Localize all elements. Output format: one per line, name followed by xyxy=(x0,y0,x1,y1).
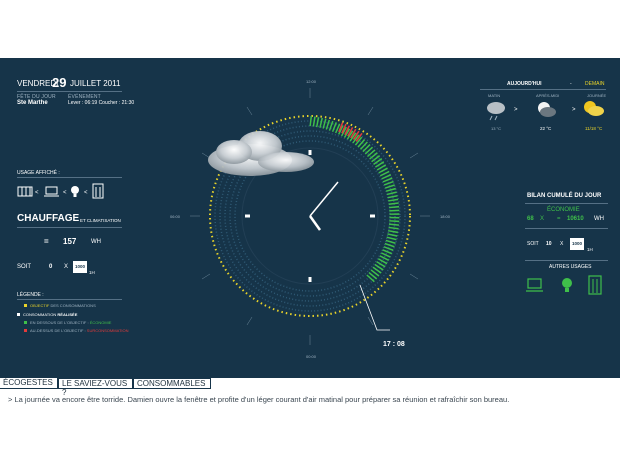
weather-sep: - xyxy=(570,81,572,87)
usage-title: CHAUFFAGE xyxy=(17,213,80,224)
legend-title: LÉGENDE : xyxy=(17,292,44,298)
svg-text:>: > xyxy=(572,107,576,113)
bilan-times-2: X xyxy=(560,241,564,247)
weather-temp-3: 11/18 °C xyxy=(585,126,603,131)
other-usages-label: AUTRES USAGES xyxy=(549,264,592,270)
other-usage-icons xyxy=(526,275,602,295)
legend-objective: OBJECTIF DES CONSOMMATIONS xyxy=(24,303,96,308)
usage-unit: WH xyxy=(91,239,101,245)
current-time: 17 : 08 xyxy=(383,341,405,348)
dashboard-panel: VENDREDI 29 JUILLET 2011 FÊTE DU JOUR St… xyxy=(0,58,620,378)
clock-label-top: 12:00 xyxy=(306,79,317,84)
bilan-divider xyxy=(525,203,608,204)
clock-label-bottom: 00:00 xyxy=(306,354,317,359)
bilan-bulb-badge: 1000 xyxy=(570,238,584,250)
svg-text:<: < xyxy=(84,190,88,196)
bilan-title: BILAN CUMULÉ DU JOUR xyxy=(527,193,602,199)
bilan-eco-label: ÉCONOMIE xyxy=(547,207,580,213)
weather-icons: > > xyxy=(487,101,604,121)
sun-cloud-icon xyxy=(538,102,556,117)
month-year: JUILLET 2011 xyxy=(70,79,121,88)
weather-today[interactable]: AUJOURD'HUI xyxy=(507,81,542,87)
usage-subtitle: ET CLIMATISATION xyxy=(80,218,121,223)
usage-soit: SOIT xyxy=(17,264,32,270)
bilan-eco-value: 10610 xyxy=(567,216,584,222)
usage-times: X xyxy=(64,264,69,270)
bilan-badge-sub: 1H xyxy=(587,247,593,252)
weather-divider xyxy=(480,89,606,90)
bilan-unit: WH xyxy=(594,216,604,222)
bilan-divider-3 xyxy=(525,260,608,261)
tip-text: > La journée va encore être torride. Dam… xyxy=(8,395,510,404)
tab-le-saviez-vous[interactable]: LE SAVIEZ-VOUS ? xyxy=(58,378,133,397)
usage-equals: = xyxy=(44,237,49,246)
tab-consommables[interactable]: CONSOMMABLES xyxy=(133,378,211,389)
saint-name: Ste Marthe xyxy=(17,100,48,106)
svg-text:>: > xyxy=(514,107,518,113)
usage-count: 0 xyxy=(49,264,53,270)
radiator-icon xyxy=(17,186,33,197)
bilan-equals: = xyxy=(557,216,561,222)
header-divider xyxy=(17,91,122,92)
usage-selector-icons: < < < xyxy=(17,183,104,199)
sun-cloud-tomorrow-icon xyxy=(584,101,604,116)
building-green-icon xyxy=(588,275,602,295)
usage-divider-2 xyxy=(17,227,122,228)
clock-label-left: 06:00 xyxy=(170,214,181,219)
tab-ecogestes[interactable]: ÉCOGESTES xyxy=(0,378,58,389)
weather-temp-1: 13 °C xyxy=(491,126,502,131)
bilan-count: 10 xyxy=(546,241,552,247)
usage-badge-sub: 1H xyxy=(89,270,95,275)
weather-tomorrow[interactable]: DEMAIN xyxy=(585,81,604,87)
cloud-icon xyxy=(208,131,314,176)
bilan-soit: SOIT xyxy=(527,241,539,247)
computer-green-icon xyxy=(526,278,543,292)
sun-times: Lever : 06:19 Coucher : 21:30 xyxy=(68,100,135,106)
legend-consumption: CONSOMMATION RÉALISÉE xyxy=(17,312,77,317)
legend-economy: EN DESSOUS DE L'OBJECTIF : ÉCONOMIE xyxy=(24,320,111,325)
bulb-icon xyxy=(71,186,79,197)
weather-temp-2: 22 °C xyxy=(540,126,552,131)
legend-overconsumption: AU-DESSUS DE L'OBJECTIF : SURCONSOMMATIO… xyxy=(24,328,129,333)
day-number: 29 xyxy=(52,75,67,90)
svg-text:<: < xyxy=(63,190,67,196)
clock-label-right: 18:00 xyxy=(440,214,451,219)
computer-icon xyxy=(44,186,59,197)
bulb-green-icon xyxy=(562,278,572,292)
usage-value: 157 xyxy=(63,237,77,246)
bottom-tabs: ÉCOGESTES LE SAVIEZ-VOUS ? CONSOMMABLES xyxy=(0,378,620,397)
top-margin xyxy=(0,0,620,58)
usage-bulb-badge: 1000 xyxy=(73,261,87,273)
svg-text:<: < xyxy=(35,190,39,196)
consumption-clock xyxy=(190,88,430,345)
bilan-divider-2 xyxy=(525,228,608,229)
building-icon xyxy=(92,183,104,199)
legend-divider xyxy=(17,299,122,300)
usage-divider xyxy=(17,177,122,178)
rain-cloud-icon xyxy=(487,102,505,121)
usage-label: USAGE AFFICHÉ : xyxy=(17,170,60,176)
bilan-times: X xyxy=(540,216,545,222)
bilan-eco-count: 68 xyxy=(527,216,534,222)
